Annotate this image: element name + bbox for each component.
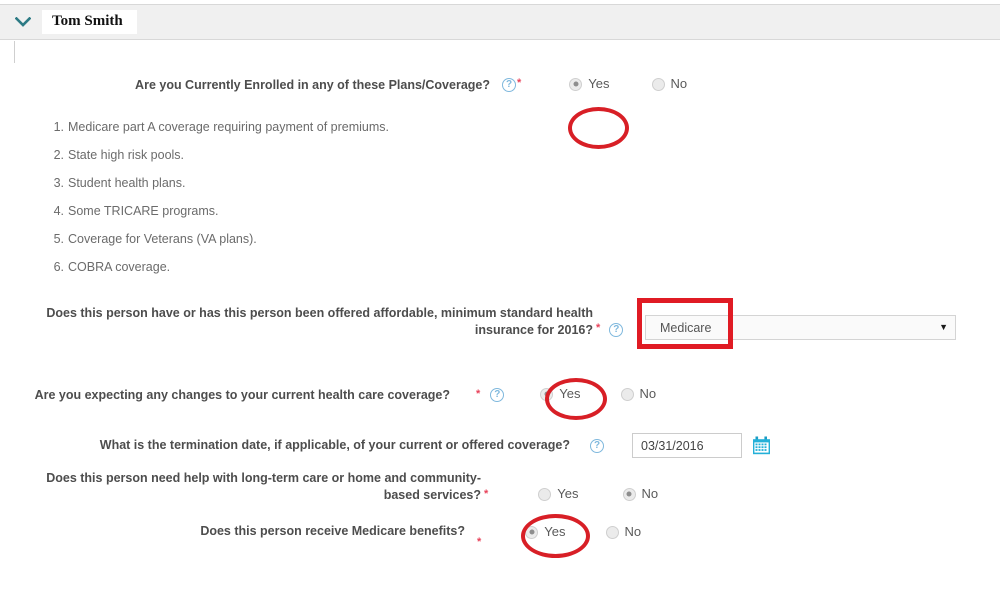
expecting-changes-radio-group[interactable]: Yes No (540, 387, 672, 401)
help-icon-currently-enrolled[interactable]: ? (502, 78, 516, 92)
list-item: 1. Medicare part A coverage requiring pay… (48, 120, 389, 135)
list-item-number: 5. (53, 232, 64, 246)
list-item-text: Some TRICARE programs. (68, 204, 219, 218)
termination-date-label: What is the termination date, if applica… (99, 438, 570, 452)
radio-dot-yes[interactable] (540, 387, 554, 401)
termination-date-input[interactable] (632, 433, 742, 458)
list-item-number: 1. (53, 120, 64, 134)
list-item: 4. Some TRICARE programs. (48, 204, 389, 219)
list-item-number: 4. (53, 204, 64, 218)
long-term-care-yes-option[interactable]: Yes (538, 486, 579, 501)
currently-enrolled-label: Are you Currently Enrolled in any of the… (135, 78, 490, 92)
radio-dot-no[interactable] (620, 387, 634, 401)
medicare-benefits-no-option[interactable]: No (605, 524, 642, 539)
list-item: 6. COBRA coverage. (48, 260, 389, 275)
long-term-care-label: Does this person need help with long-ter… (46, 471, 481, 502)
radio-label-yes: Yes (588, 76, 610, 91)
row-long-term-care: Does this person need help with long-ter… (0, 470, 1000, 504)
long-term-care-no-option[interactable]: No (622, 486, 659, 501)
offered-coverage-label: Does this person have or has this person… (46, 306, 593, 337)
list-item: 3. Student health plans. (48, 176, 389, 191)
chevron-down-icon-select[interactable]: ▼ (939, 323, 948, 332)
radio-dot-yes[interactable] (569, 77, 583, 91)
offered-coverage-select-wrap: Medicare ▼ (645, 315, 956, 340)
row-termination-date: What is the termination date, if applica… (0, 433, 1000, 458)
radio-dot-no[interactable] (651, 77, 665, 91)
long-term-care-radio-group[interactable]: Yes No (538, 487, 674, 501)
list-item: 2. State high risk pools. (48, 148, 389, 163)
help-icon-expecting-changes[interactable]: ? (490, 388, 505, 402)
offered-coverage-select[interactable]: Medicare ▼ (645, 315, 956, 340)
required-asterisk-long-term-care: * (484, 488, 489, 500)
list-item-number: 6. (53, 260, 64, 274)
plans-list: 1. Medicare part A coverage requiring pay… (48, 120, 389, 288)
medicare-benefits-radio-group[interactable]: Yes No (525, 525, 657, 539)
expecting-changes-label: Are you expecting any changes to your cu… (34, 388, 450, 402)
medicare-benefits-yes-option[interactable]: Yes (525, 524, 566, 539)
person-name-tab[interactable]: Tom Smith (42, 10, 137, 34)
required-asterisk-offered-coverage: * (596, 322, 601, 334)
list-item-text: State high risk pools. (68, 148, 185, 162)
expecting-changes-yes-option[interactable]: Yes (540, 386, 581, 401)
currently-enrolled-radio-group[interactable]: Yes No (569, 77, 703, 91)
list-item-number: 3. (53, 176, 64, 190)
row-medicare-benefits: Does this person receive Medicare benefi… (0, 523, 1000, 548)
calendar-icon[interactable] (752, 436, 772, 456)
row-currently-enrolled: Are you Currently Enrolled in any of the… (0, 77, 1000, 94)
required-asterisk-currently-enrolled: * (517, 77, 522, 89)
radio-label-no: No (624, 524, 642, 539)
panel-left-rule (14, 41, 15, 63)
currently-enrolled-no-option[interactable]: No (651, 76, 688, 91)
radio-label-no: No (670, 76, 688, 91)
person-panel-header[interactable]: Tom Smith (0, 4, 1000, 40)
list-item-text: Coverage for Veterans (VA plans). (68, 232, 257, 246)
list-item: 5. Coverage for Veterans (VA plans). (48, 232, 389, 247)
medicare-benefits-label: Does this person receive Medicare benefi… (200, 524, 465, 538)
radio-label-yes: Yes (559, 386, 581, 401)
radio-dot-no[interactable] (622, 487, 636, 501)
chevron-down-icon[interactable] (14, 13, 32, 31)
expecting-changes-no-option[interactable]: No (620, 386, 657, 401)
offered-coverage-select-value: Medicare (660, 320, 712, 335)
list-item-text: Student health plans. (68, 176, 186, 190)
list-item-text: Medicare part A coverage requiring payme… (68, 120, 389, 134)
help-icon-termination-date[interactable]: ? (590, 438, 604, 453)
currently-enrolled-yes-option[interactable]: Yes (569, 76, 610, 91)
radio-dot-yes[interactable] (525, 525, 539, 539)
required-asterisk-expecting-changes: * (476, 388, 481, 400)
required-asterisk-medicare-benefits: * (477, 536, 482, 548)
row-expecting-changes: Are you expecting any changes to your cu… (0, 387, 1000, 404)
radio-label-no: No (641, 486, 659, 501)
list-item-text: COBRA coverage. (68, 260, 171, 274)
help-icon-offered-coverage[interactable]: ? (609, 323, 624, 337)
radio-dot-no[interactable] (605, 525, 619, 539)
list-item-number: 2. (53, 148, 64, 162)
annotation-ellipse-currently-enrolled (568, 107, 629, 149)
radio-label-yes: Yes (544, 524, 566, 539)
radio-label-yes: Yes (557, 486, 579, 501)
radio-label-no: No (639, 386, 657, 401)
radio-dot-yes[interactable] (538, 487, 552, 501)
